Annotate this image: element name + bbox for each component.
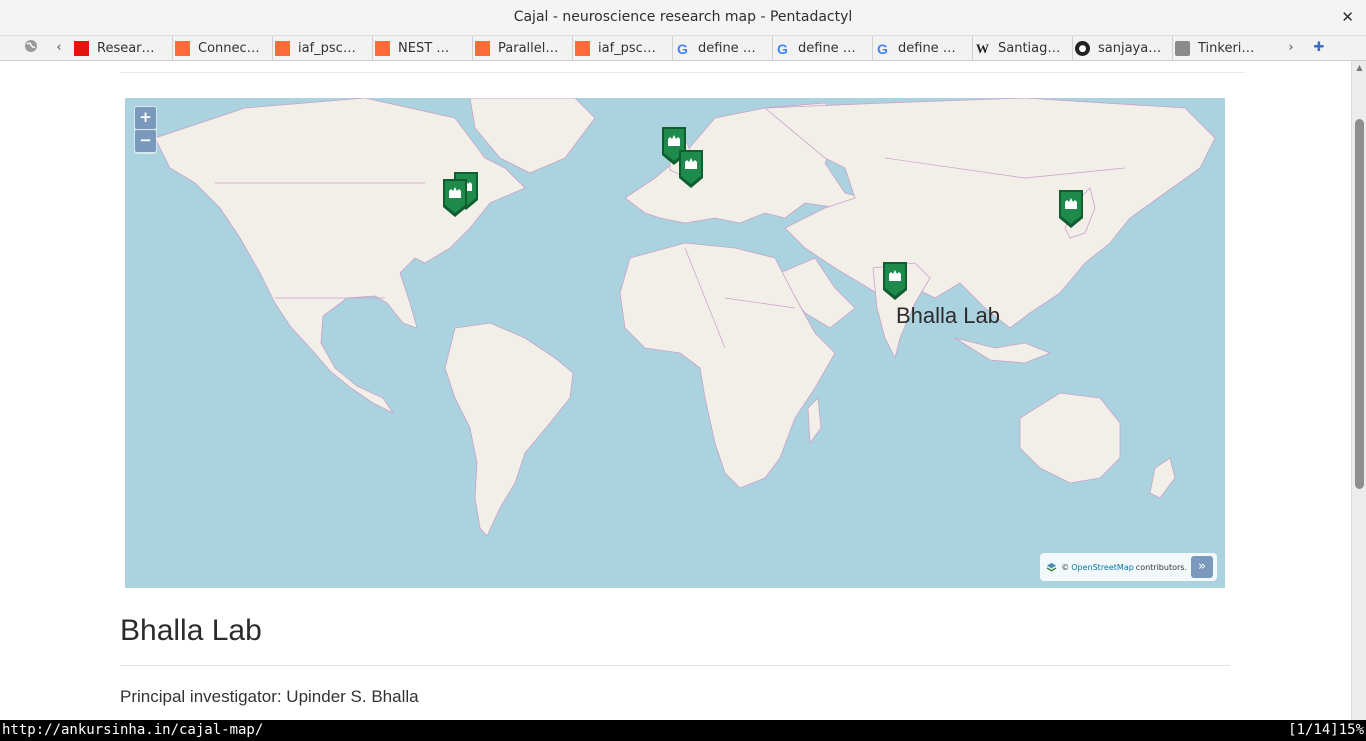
tab-item[interactable]: Resear… xyxy=(72,36,164,61)
status-position: [1/14]15% xyxy=(1288,722,1364,738)
lab-marker-selected[interactable] xyxy=(880,260,910,302)
favicon-icon xyxy=(175,41,190,56)
google-icon: G xyxy=(677,40,688,57)
scroll-up-icon[interactable]: ▲ xyxy=(1355,63,1364,72)
zoom-in-button[interactable]: + xyxy=(135,107,156,129)
favicon-icon xyxy=(375,41,390,56)
close-icon[interactable]: ✕ xyxy=(1341,8,1354,26)
github-icon: ● xyxy=(1075,41,1090,56)
lab-marker[interactable] xyxy=(676,148,706,190)
google-icon: G xyxy=(877,40,888,57)
window-titlebar: Cajal - neuroscience research map - Pent… xyxy=(0,0,1366,36)
tab-item[interactable]: Gdefine … xyxy=(672,36,764,61)
status-bar: http://ankursinha.in/cajal-map/ [1/14]15… xyxy=(0,720,1366,741)
favicon-icon xyxy=(74,41,89,56)
tab-item[interactable]: Gdefine … xyxy=(872,36,964,61)
favicon-icon xyxy=(275,41,290,56)
zoom-control: + − xyxy=(134,106,157,154)
map-attribution: © OpenStreetMap contributors. » xyxy=(1040,553,1217,581)
scroll-thumb[interactable] xyxy=(1355,119,1364,489)
map-view[interactable]: + − Bhalla Lab © OpenStreetMap contribut xyxy=(125,98,1225,588)
tab-item[interactable]: Connec… xyxy=(172,36,264,61)
layers-icon xyxy=(1046,562,1057,571)
research-institute-icon xyxy=(883,262,907,300)
attribution-expand-button[interactable]: » xyxy=(1191,556,1213,578)
window-title: Cajal - neuroscience research map - Pent… xyxy=(513,9,853,25)
google-icon: G xyxy=(777,40,788,57)
tabs-scroll-right-icon[interactable]: › xyxy=(1280,39,1302,57)
tab-item[interactable]: Tinkeri… xyxy=(1172,36,1264,61)
lab-title: Bhalla Lab xyxy=(120,614,262,647)
research-institute-icon xyxy=(443,179,467,217)
tab-item[interactable]: ● sanjaya… xyxy=(1072,36,1164,61)
status-url: http://ankursinha.in/cajal-map/ xyxy=(2,722,264,738)
world-map xyxy=(125,98,1225,588)
new-tab-icon[interactable]: ✚ xyxy=(1308,39,1330,57)
lab-marker[interactable] xyxy=(440,177,470,219)
page-scrollbar[interactable]: ▲ xyxy=(1351,61,1366,720)
attribution-prefix: © xyxy=(1061,562,1070,572)
tab-item[interactable]: W Santiag… xyxy=(972,36,1064,61)
globe-icon[interactable] xyxy=(20,39,42,57)
zoom-out-button[interactable]: − xyxy=(135,130,156,152)
research-institute-icon xyxy=(1059,190,1083,228)
research-institute-icon xyxy=(679,150,703,188)
tab-item[interactable]: Gdefine … xyxy=(772,36,864,61)
favicon-icon xyxy=(575,41,590,56)
top-divider xyxy=(120,72,1245,73)
attribution-suffix: contributors. xyxy=(1135,562,1187,572)
tab-list: Resear… Connec… iaf_psc… NEST … Parallel… xyxy=(72,36,1284,61)
tab-item[interactable]: NEST … xyxy=(372,36,464,61)
tab-strip: ‹ Resear… Connec… iaf_psc… NEST … Parall… xyxy=(0,36,1366,61)
openstreetmap-link[interactable]: OpenStreetMap xyxy=(1071,563,1134,572)
tab-item[interactable]: Parallel… xyxy=(472,36,564,61)
lab-marker[interactable] xyxy=(1056,188,1086,230)
page-content: + − Bhalla Lab © OpenStreetMap contribut xyxy=(0,61,1351,720)
section-divider xyxy=(120,665,1230,666)
favicon-icon xyxy=(475,41,490,56)
wikipedia-icon: W xyxy=(976,40,989,56)
marker-label: Bhalla Lab xyxy=(896,303,1000,328)
tabs-scroll-left-icon[interactable]: ‹ xyxy=(48,39,70,57)
tab-item[interactable]: iaf_psc… xyxy=(572,36,664,61)
avatar-icon xyxy=(1175,41,1190,56)
tab-item[interactable]: iaf_psc… xyxy=(272,36,364,61)
principal-investigator: Principal investigator: Upinder S. Bhall… xyxy=(120,687,419,706)
